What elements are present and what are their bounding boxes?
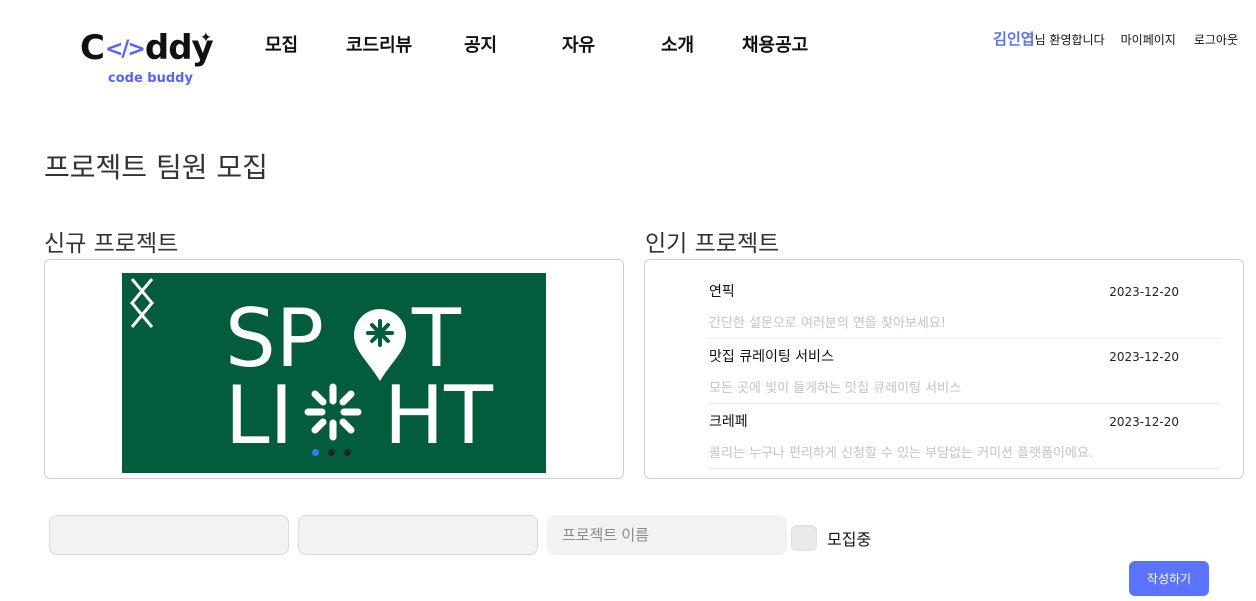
nav-item-about[interactable]: 소개 — [661, 34, 694, 58]
carousel-dot-2[interactable] — [328, 449, 335, 456]
project-title: 연픽 — [709, 284, 735, 300]
logo-subtitle: code buddy — [108, 71, 193, 86]
project-date: 2023-12-20 — [1109, 415, 1179, 429]
new-projects-panel: SP T LI HT — [44, 259, 624, 479]
list-item[interactable]: 맛집 큐레이팅 서비스 2023-12-20 모든 곳에 빛이 들게하는 맛집 … — [708, 339, 1220, 404]
logout-link[interactable]: 로그아웃 — [1194, 33, 1238, 47]
sparkle-icon: ✦ — [200, 30, 212, 46]
page-title: 프로젝트 팀원 모집 — [44, 151, 268, 184]
nav-item-code-review[interactable]: 코드리뷰 — [346, 34, 412, 58]
recruiting-label: 모집중 — [827, 530, 872, 549]
code-bracket-icon: </> — [104, 37, 146, 62]
popular-projects-panel: 연픽 2023-12-20 간단한 설문으로 여러분의 연을 찾아보세요! 맛집… — [644, 259, 1244, 479]
project-title: 맛집 큐레이팅 서비스 — [709, 349, 834, 365]
mypage-link[interactable]: 마이페이지 — [1121, 33, 1176, 47]
project-title: 크레페 — [709, 414, 748, 430]
nav-item-free[interactable]: 자유 — [562, 34, 595, 58]
nav-item-jobs[interactable]: 채용공고 — [742, 34, 808, 58]
project-description: 콜리는 누구나 편리하게 신청할 수 있는 부담없는 커미션 플랫폼이에요. — [709, 446, 1094, 461]
user-area: 김인엽님 환영합니다 마이페이지 로그아웃 — [993, 28, 1238, 48]
sunburst-icon — [304, 383, 362, 441]
popular-projects-list: 연픽 2023-12-20 간단한 설문으로 여러분의 연을 찾아보세요! 맛집… — [708, 274, 1220, 469]
new-projects-title: 신규 프로젝트 — [44, 231, 179, 257]
recruiting-checkbox[interactable] — [791, 525, 817, 551]
popular-projects-title: 인기 프로젝트 — [645, 231, 780, 257]
nav-item-notice[interactable]: 공지 — [464, 34, 497, 58]
logo[interactable]: C</>ddy ✦ code buddy — [80, 28, 215, 92]
project-description: 모든 곳에 빛이 들게하는 맛집 큐레이팅 서비스 — [709, 381, 962, 396]
carousel-slide-image: SP T LI HT — [225, 292, 494, 462]
list-item[interactable]: 연픽 2023-12-20 간단한 설문으로 여러분의 연을 찾아보세요! — [708, 274, 1220, 339]
logo-wordmark: C</>ddy — [80, 28, 214, 68]
carousel-dot-3[interactable] — [344, 449, 351, 456]
project-name-input[interactable] — [547, 515, 787, 555]
carousel-dot-1[interactable] — [312, 449, 319, 456]
list-item[interactable]: 크레페 2023-12-20 콜리는 누구나 편리하게 신청할 수 있는 부담없… — [708, 404, 1220, 469]
slide-text-line2: LI — [225, 369, 293, 462]
slide-text-line2-end: HT — [384, 369, 494, 462]
user-name: 김인엽 — [993, 30, 1035, 48]
project-date: 2023-12-20 — [1109, 285, 1179, 299]
project-date: 2023-12-20 — [1109, 350, 1179, 364]
chevron-right-icon[interactable] — [122, 273, 162, 333]
project-description: 간단한 설문으로 여러분의 연을 찾아보세요! — [709, 316, 947, 331]
filter-select-1[interactable] — [49, 515, 289, 555]
write-button[interactable]: 작성하기 — [1129, 561, 1209, 596]
user-greeting: 님 환영합니다 — [1034, 33, 1105, 47]
filter-select-2[interactable] — [298, 515, 538, 555]
project-carousel[interactable]: SP T LI HT — [122, 273, 546, 473]
nav-item-recruit[interactable]: 모집 — [265, 34, 298, 58]
